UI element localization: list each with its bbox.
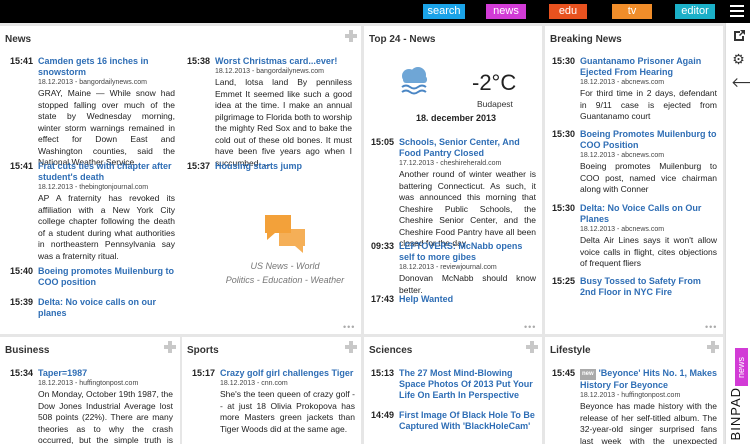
- article-link[interactable]: Delta: No Voice Calls on Our Planes: [580, 203, 717, 225]
- news-item: 14:49 First Image Of Black Hole To Be Ca…: [371, 410, 536, 432]
- nav-news-button[interactable]: news: [486, 4, 526, 19]
- gear-icon[interactable]: ⚙: [731, 52, 746, 67]
- breaking-news-panel: Breaking News 15:30 Guantanamo Prisoner …: [545, 26, 723, 334]
- news-item: 15:37 Housing starts jump: [187, 161, 352, 172]
- panel-title: Business: [5, 345, 50, 356]
- article-link[interactable]: Camden gets 16 inches in snowstorm: [38, 56, 175, 78]
- panel-title: Lifestyle: [550, 345, 591, 356]
- side-toolbar: ⚙ 🡐 BINPAD news: [725, 23, 750, 444]
- news-item: 15:30 Boeing Promotes Muilenburg to COO …: [552, 129, 717, 194]
- sciences-panel: Sciences 15:13 The 27 Most Mind-Blowing …: [364, 337, 542, 444]
- nav-tv-button[interactable]: tv: [612, 4, 652, 19]
- panel-title: Top 24 - News: [369, 34, 436, 45]
- news-item: 15:30 Guantanamo Prisoner Again Ejected …: [552, 56, 717, 121]
- back-arrow-icon[interactable]: 🡐: [731, 75, 750, 90]
- news-item: 15:45 new 'Beyonce' Hits No. 1, Makes His…: [552, 368, 717, 444]
- news-item: 15:34 Taper=1987 18.12.2013 - huffington…: [10, 368, 173, 444]
- more-dots-icon[interactable]: •••: [343, 322, 355, 332]
- panel-title: Sports: [187, 345, 219, 356]
- add-widget-plus-icon[interactable]: [707, 341, 719, 353]
- top24-panel: Top 24 - News -2°C Budapest 18. december…: [364, 26, 542, 334]
- article-link[interactable]: Help Wanted: [399, 294, 536, 305]
- news-item: 15:40 Boeing promotes Muilenburg to COO …: [10, 266, 175, 288]
- temperature: -2°C: [472, 70, 517, 95]
- article-link[interactable]: Guantanamo Prisoner Again Ejected From H…: [580, 56, 717, 78]
- article-link[interactable]: new 'Beyonce' Hits No. 1, Makes History F…: [580, 368, 717, 391]
- news-promo: US News - World Politics - Education - W…: [210, 211, 360, 296]
- article-link[interactable]: The 27 Most Mind-Blowing Space Photos Of…: [399, 368, 536, 401]
- nav-search-button[interactable]: search: [423, 4, 465, 19]
- hamburger-menu-icon[interactable]: [730, 5, 744, 17]
- panel-title: News: [5, 34, 32, 45]
- news-item: 15:38 Worst Christmas card...ever! 18.12…: [187, 56, 353, 168]
- lifestyle-panel: Lifestyle 15:45 new 'Beyonce' Hits No. 1,…: [545, 337, 723, 444]
- news-item: 15:41 Camden gets 16 inches in snowstorm…: [10, 56, 175, 167]
- more-dots-icon[interactable]: •••: [705, 322, 717, 332]
- new-badge: new: [580, 369, 596, 380]
- article-link[interactable]: Housing starts jump: [215, 161, 352, 172]
- binpad-news-logo: BINPAD news: [728, 348, 750, 440]
- news-item: 15:41 Frat cuts ties with chapter after …: [10, 161, 175, 261]
- news-item: 15:39 Delta: No voice calls on our plane…: [10, 297, 175, 319]
- sports-panel: Sports 15:17 Crazy golf girl challenges …: [182, 337, 361, 444]
- add-widget-plus-icon[interactable]: [345, 341, 357, 353]
- news-item: 09:33 LEFTOVERS: McNabb opens self to mo…: [371, 241, 536, 295]
- add-widget-plus-icon[interactable]: [164, 341, 176, 353]
- chat-bubbles-icon: [265, 215, 305, 253]
- news-item: 15:25 Busy Tossed to Safety From 2nd Flo…: [552, 276, 717, 298]
- weather-date: 18. december 2013: [416, 113, 497, 123]
- article-link[interactable]: Boeing Promotes Muilenburg to COO Positi…: [580, 129, 717, 151]
- top-navigation-bar: search news edu tv editor: [0, 0, 750, 23]
- article-link[interactable]: Worst Christmas card...ever!: [215, 56, 352, 67]
- external-link-icon[interactable]: [731, 29, 746, 44]
- nav-editor-button[interactable]: editor: [675, 4, 715, 19]
- news-item: 15:17 Crazy golf girl challenges Tiger 1…: [192, 368, 355, 434]
- nav-edu-button[interactable]: edu: [549, 4, 587, 19]
- add-widget-plus-icon[interactable]: [345, 30, 357, 42]
- article-link[interactable]: Frat cuts ties with chapter after studen…: [38, 161, 175, 183]
- business-panel: Business 15:34 Taper=1987 18.12.2013 - h…: [0, 337, 180, 444]
- news-item: 15:13 The 27 Most Mind-Blowing Space Pho…: [371, 368, 536, 401]
- article-link[interactable]: Boeing promotes Muilenburg to COO positi…: [38, 266, 175, 288]
- news-panel: News 15:41 Camden gets 16 inches in snow…: [0, 26, 361, 334]
- article-link[interactable]: Busy Tossed to Safety From 2nd Floor in …: [580, 276, 717, 298]
- article-link[interactable]: Delta: No voice calls on our planes: [38, 297, 175, 319]
- panel-title: Breaking News: [550, 34, 622, 45]
- article-link[interactable]: Schools, Senior Center, And Food Pantry …: [399, 137, 536, 159]
- news-item: 15:30 Delta: No Voice Calls on Our Plane…: [552, 203, 717, 268]
- add-widget-plus-icon[interactable]: [526, 341, 538, 353]
- article-link[interactable]: Taper=1987: [38, 368, 173, 379]
- article-link[interactable]: LEFTOVERS: McNabb opens self to more gib…: [399, 241, 536, 263]
- news-item: 15:05 Schools, Senior Center, And Food P…: [371, 137, 536, 248]
- news-item: 17:43 Help Wanted: [371, 294, 536, 305]
- more-dots-icon[interactable]: •••: [524, 322, 536, 332]
- weather-city: Budapest: [477, 99, 513, 109]
- cloud-fog-icon: [401, 67, 427, 95]
- article-link[interactable]: First Image Of Black Hole To Be Captured…: [399, 410, 536, 432]
- panel-title: Sciences: [369, 345, 413, 356]
- article-link[interactable]: Crazy golf girl challenges Tiger: [220, 368, 355, 379]
